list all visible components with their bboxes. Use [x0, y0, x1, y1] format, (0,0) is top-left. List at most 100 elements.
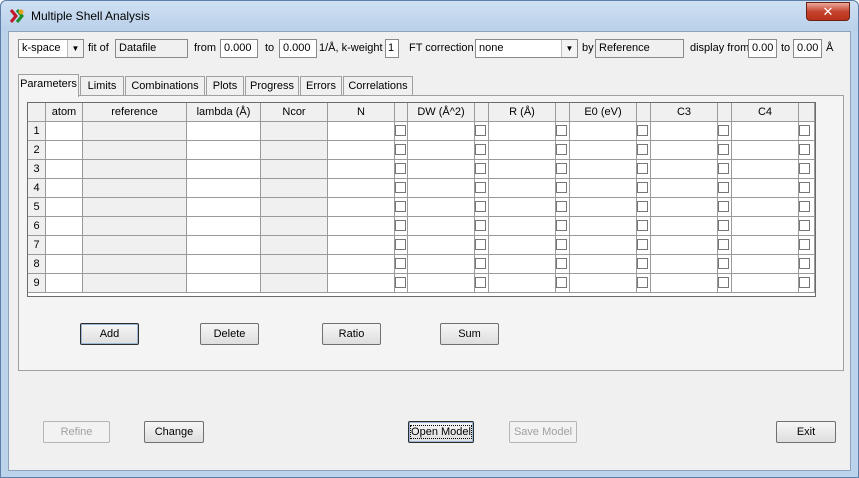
grid-cell-dw[interactable]: [408, 198, 475, 217]
grid-cell-r[interactable]: [489, 179, 556, 198]
grid-cell-r-check[interactable]: [556, 198, 570, 217]
grid-cell-reference[interactable]: [83, 198, 187, 217]
grid-cell-lambda[interactable]: [187, 160, 261, 179]
grid-cell-c4-check[interactable]: [799, 122, 815, 141]
grid-cell-r-check[interactable]: [556, 217, 570, 236]
display-to-input[interactable]: 0.00: [793, 39, 822, 58]
grid-cell-c3[interactable]: [651, 274, 718, 293]
grid-cell-e0[interactable]: [570, 274, 637, 293]
grid-cell-ncor[interactable]: [261, 160, 328, 179]
grid-cell-ncor[interactable]: [261, 122, 328, 141]
grid-cell-e0-check[interactable]: [637, 179, 651, 198]
grid-cell-reference[interactable]: [83, 122, 187, 141]
fix-checkbox[interactable]: [395, 277, 406, 288]
grid-cell-e0-check[interactable]: [637, 122, 651, 141]
fix-checkbox[interactable]: [718, 182, 729, 193]
grid-cell-c4-check[interactable]: [799, 274, 815, 293]
grid-cell-n-check[interactable]: [395, 160, 408, 179]
fix-checkbox[interactable]: [475, 144, 486, 155]
grid-cell-lambda[interactable]: [187, 179, 261, 198]
grid-cell-c3[interactable]: [651, 217, 718, 236]
fix-checkbox[interactable]: [556, 144, 567, 155]
add-button[interactable]: Add: [80, 323, 139, 345]
fix-checkbox[interactable]: [799, 220, 810, 231]
grid-cell-c3-check[interactable]: [718, 122, 732, 141]
grid-cell-r[interactable]: [489, 255, 556, 274]
grid-cell-n[interactable]: [328, 236, 395, 255]
grid-cell-dw-check[interactable]: [475, 141, 489, 160]
grid-cell-dw-check[interactable]: [475, 122, 489, 141]
grid-cell-n-check[interactable]: [395, 141, 408, 160]
grid-cell-lambda[interactable]: [187, 236, 261, 255]
fix-checkbox[interactable]: [475, 239, 486, 250]
grid-cell-c4[interactable]: [732, 217, 799, 236]
grid-cell-e0-check[interactable]: [637, 198, 651, 217]
fix-checkbox[interactable]: [556, 163, 567, 174]
tab-errors[interactable]: Errors: [300, 76, 342, 96]
grid-cell-r[interactable]: [489, 141, 556, 160]
parameters-grid[interactable]: atom reference lambda (Å) Ncor N DW (Å^2) R (Å…: [27, 102, 816, 297]
ratio-button[interactable]: Ratio: [322, 323, 381, 345]
fix-checkbox[interactable]: [718, 258, 729, 269]
grid-cell-reference[interactable]: [83, 141, 187, 160]
grid-cell-c4[interactable]: [732, 255, 799, 274]
grid-cell-atom[interactable]: [46, 160, 83, 179]
grid-cell-atom[interactable]: [46, 217, 83, 236]
fix-checkbox[interactable]: [799, 201, 810, 212]
fix-checkbox[interactable]: [556, 182, 567, 193]
grid-cell-n[interactable]: [328, 198, 395, 217]
grid-cell-e0[interactable]: [570, 217, 637, 236]
grid-cell-e0-check[interactable]: [637, 255, 651, 274]
delete-button[interactable]: Delete: [200, 323, 259, 345]
sum-button[interactable]: Sum: [440, 323, 499, 345]
fix-checkbox[interactable]: [395, 163, 406, 174]
grid-cell-lambda[interactable]: [187, 122, 261, 141]
grid-cell-atom[interactable]: [46, 122, 83, 141]
fix-checkbox[interactable]: [718, 201, 729, 212]
grid-cell-r-check[interactable]: [556, 122, 570, 141]
grid-cell-ncor[interactable]: [261, 236, 328, 255]
fix-checkbox[interactable]: [637, 220, 648, 231]
grid-cell-n-check[interactable]: [395, 198, 408, 217]
close-button[interactable]: ✕: [806, 2, 850, 21]
open-model-button[interactable]: Open Model: [408, 421, 474, 443]
fix-checkbox[interactable]: [556, 277, 567, 288]
grid-cell-n-check[interactable]: [395, 255, 408, 274]
grid-cell-n[interactable]: [328, 217, 395, 236]
grid-cell-atom[interactable]: [46, 274, 83, 293]
fix-checkbox[interactable]: [799, 163, 810, 174]
grid-cell-c3[interactable]: [651, 179, 718, 198]
fix-checkbox[interactable]: [556, 220, 567, 231]
grid-cell-lambda[interactable]: [187, 198, 261, 217]
fix-checkbox[interactable]: [637, 239, 648, 250]
grid-cell-e0-check[interactable]: [637, 160, 651, 179]
fix-checkbox[interactable]: [475, 201, 486, 212]
grid-cell-r[interactable]: [489, 274, 556, 293]
fix-checkbox[interactable]: [556, 201, 567, 212]
grid-cell-ncor[interactable]: [261, 255, 328, 274]
grid-cell-reference[interactable]: [83, 255, 187, 274]
fix-checkbox[interactable]: [395, 144, 406, 155]
from-input[interactable]: 0.000: [220, 39, 258, 58]
grid-cell-e0[interactable]: [570, 141, 637, 160]
grid-cell-c4-check[interactable]: [799, 198, 815, 217]
fix-checkbox[interactable]: [718, 277, 729, 288]
grid-cell-c3-check[interactable]: [718, 274, 732, 293]
fix-checkbox[interactable]: [475, 220, 486, 231]
kweight-input[interactable]: 1: [385, 39, 399, 58]
grid-cell-dw-check[interactable]: [475, 179, 489, 198]
fix-checkbox[interactable]: [799, 239, 810, 250]
grid-cell-c3[interactable]: [651, 198, 718, 217]
grid-cell-c4[interactable]: [732, 236, 799, 255]
grid-cell-r-check[interactable]: [556, 179, 570, 198]
fix-checkbox[interactable]: [637, 163, 648, 174]
chevron-down-icon[interactable]: ▼: [67, 40, 83, 57]
grid-cell-n[interactable]: [328, 179, 395, 198]
grid-cell-n[interactable]: [328, 160, 395, 179]
fix-checkbox[interactable]: [475, 163, 486, 174]
tab-progress[interactable]: Progress: [245, 76, 299, 96]
fix-checkbox[interactable]: [395, 182, 406, 193]
ft-correction-select[interactable]: none ▼: [475, 39, 578, 58]
grid-cell-r[interactable]: [489, 236, 556, 255]
grid-cell-n-check[interactable]: [395, 217, 408, 236]
